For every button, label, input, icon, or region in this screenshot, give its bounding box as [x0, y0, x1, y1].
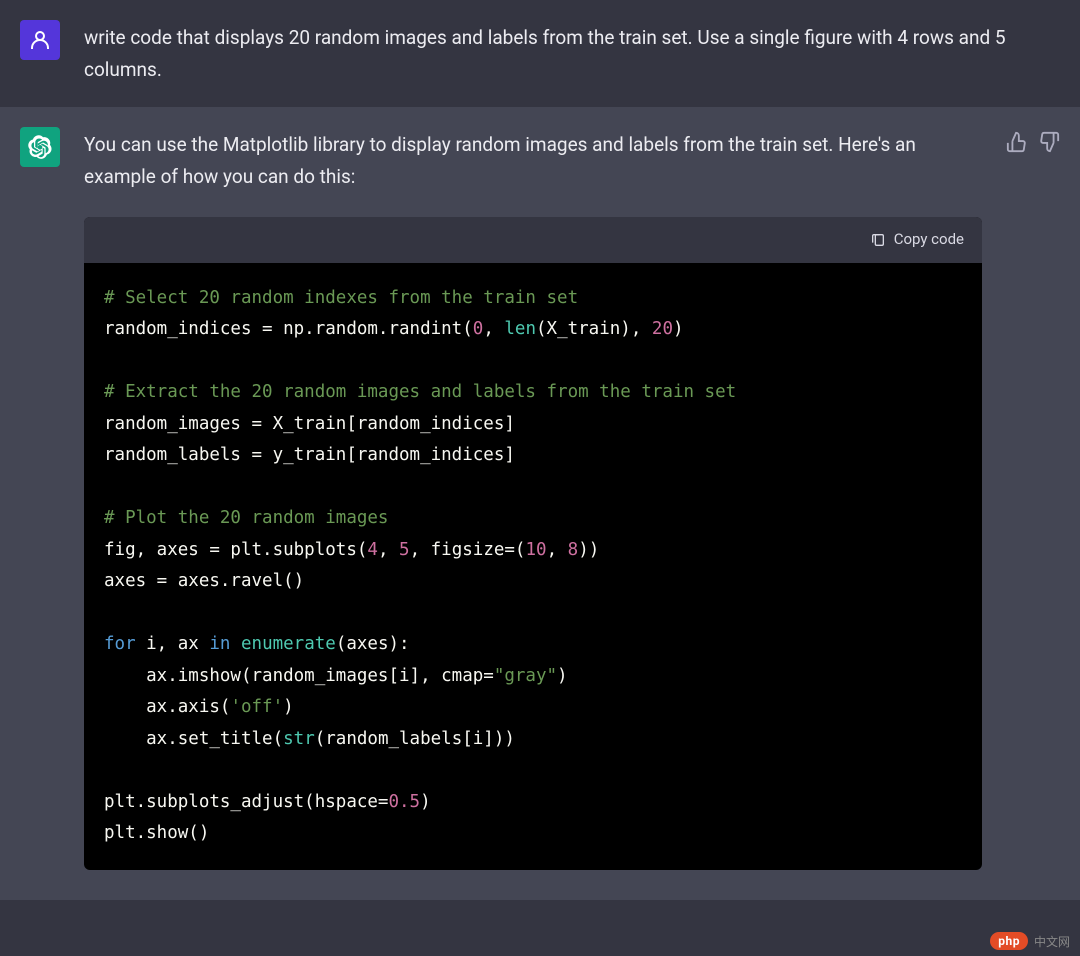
assistant-avatar: [20, 127, 60, 167]
copy-code-label: Copy code: [894, 227, 964, 253]
user-message-text: write code that displays 20 random image…: [84, 20, 1060, 87]
openai-icon: [28, 135, 52, 159]
user-avatar: [20, 20, 60, 60]
watermark: php 中文网: [990, 932, 1070, 950]
code-body: # Select 20 random indexes from the trai…: [84, 263, 982, 870]
code-header: Copy code: [84, 217, 982, 263]
message-actions: [1006, 127, 1060, 870]
person-icon: [28, 28, 52, 52]
assistant-message-content: You can use the Matplotlib library to di…: [84, 127, 982, 870]
user-message-row: write code that displays 20 random image…: [0, 0, 1080, 107]
clipboard-icon: [870, 232, 886, 248]
watermark-badge: php: [990, 932, 1028, 950]
thumbs-up-icon[interactable]: [1006, 131, 1028, 153]
code-block: Copy code # Select 20 random indexes fro…: [84, 217, 982, 870]
assistant-intro-text: You can use the Matplotlib library to di…: [84, 129, 982, 194]
copy-code-button[interactable]: Copy code: [870, 227, 964, 253]
assistant-message-row: You can use the Matplotlib library to di…: [0, 107, 1080, 900]
thumbs-down-icon[interactable]: [1038, 131, 1060, 153]
watermark-text: 中文网: [1034, 933, 1070, 950]
